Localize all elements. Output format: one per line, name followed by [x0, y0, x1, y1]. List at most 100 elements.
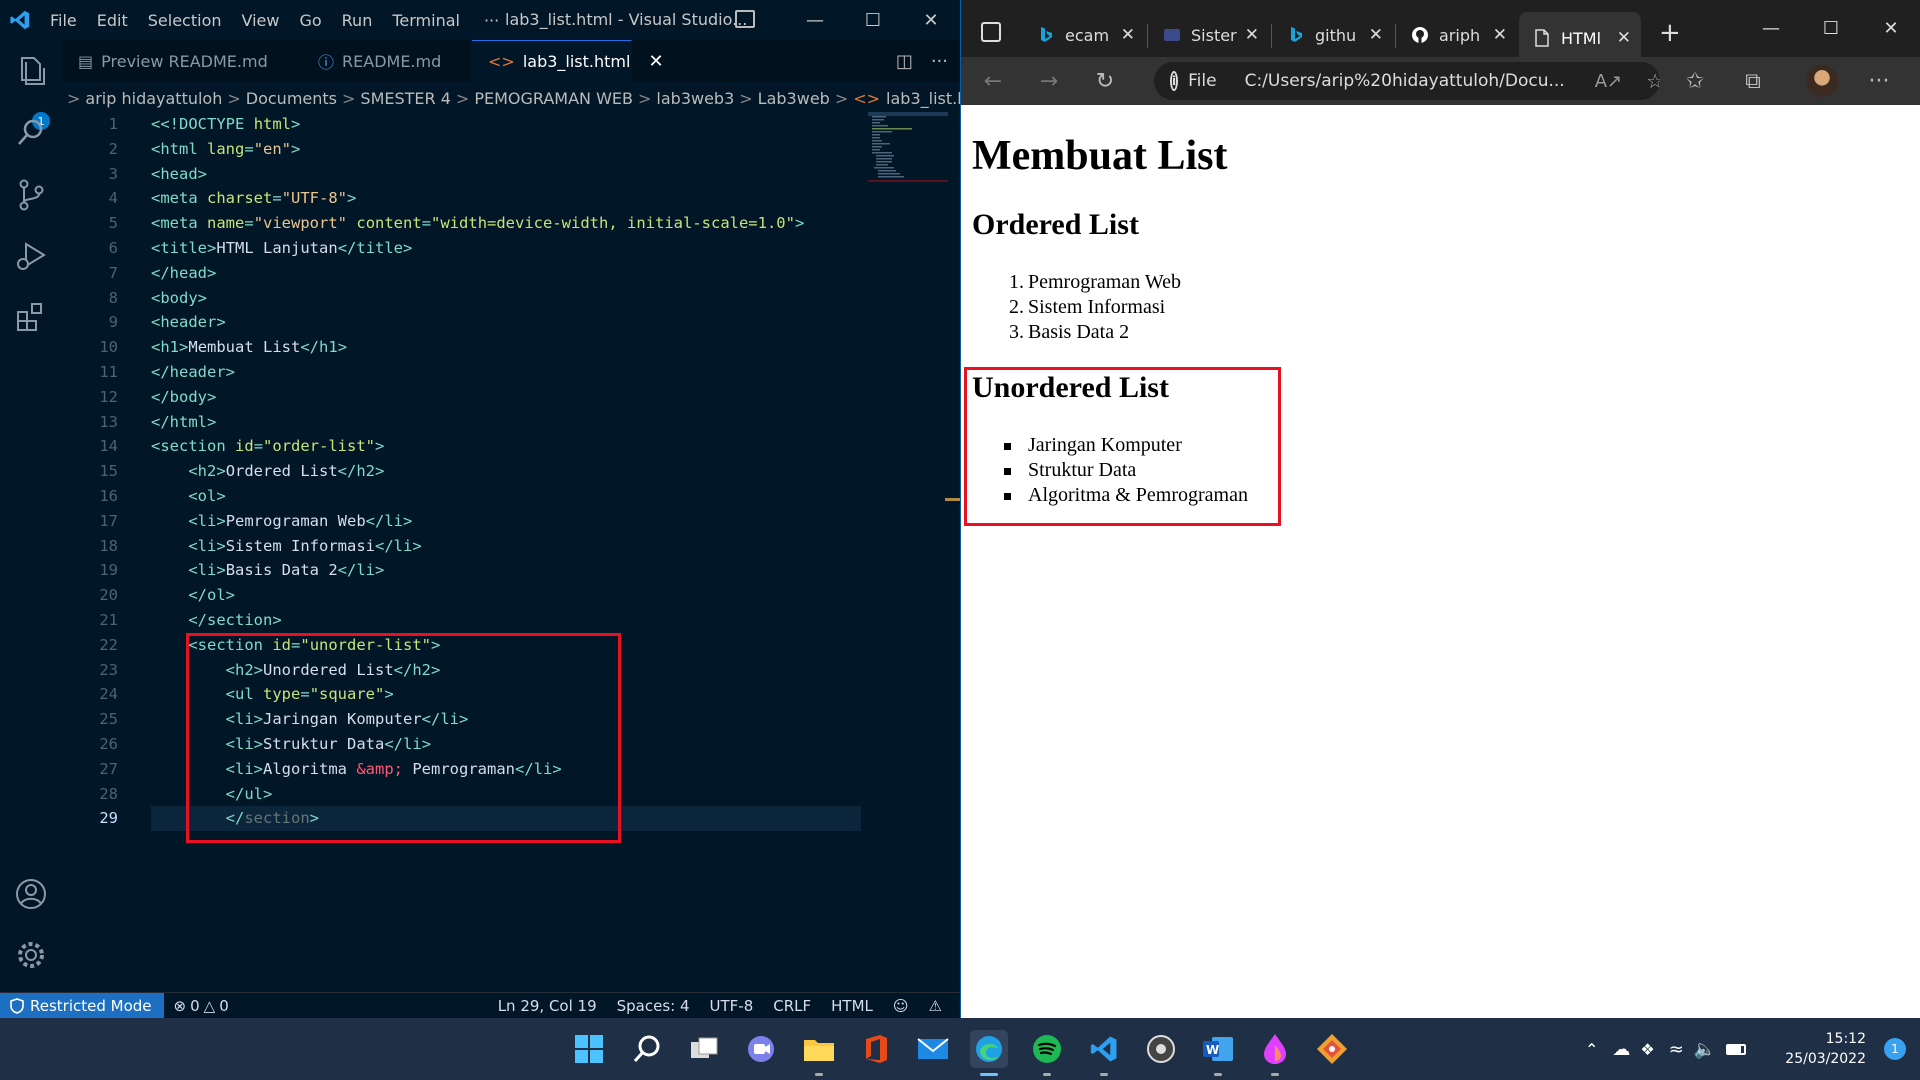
tab-preview-readme[interactable]: ▤ Preview README.md [62, 40, 302, 82]
close-tab-icon[interactable]: ✕ [1369, 25, 1383, 45]
tab-actions-icon[interactable] [981, 22, 1001, 42]
refresh-icon[interactable]: ↻ [1091, 67, 1119, 95]
minimize-icon[interactable]: — [786, 0, 844, 40]
close-tab-icon[interactable]: ✕ [648, 51, 663, 72]
run-debug-icon[interactable] [12, 236, 50, 274]
forward-icon[interactable]: → [1035, 67, 1063, 95]
browser-tab[interactable]: githu ✕ [1273, 14, 1393, 56]
bell-icon[interactable]: ⚠ [919, 997, 952, 1015]
menu-run[interactable]: Run [332, 11, 383, 30]
explorer-icon[interactable] [12, 52, 50, 90]
menu-go[interactable]: Go [289, 11, 331, 30]
account-icon[interactable] [12, 875, 50, 913]
vscode-taskbar-icon[interactable] [1085, 1030, 1123, 1068]
battery-icon[interactable] [1726, 1043, 1747, 1055]
start-icon[interactable] [570, 1030, 608, 1068]
split-editor-icon[interactable]: ◫ [896, 51, 913, 72]
dropbox-icon[interactable]: ❖ [1640, 1040, 1654, 1059]
extensions-icon[interactable] [12, 298, 50, 336]
breadcrumb-item[interactable]: SMESTER 4 [360, 89, 451, 108]
close-tab-icon[interactable]: ✕ [1245, 25, 1259, 45]
close-tab-icon[interactable]: ✕ [1121, 25, 1135, 45]
spotify-icon[interactable] [1028, 1030, 1066, 1068]
menu-selection[interactable]: Selection [138, 11, 232, 30]
collections-icon[interactable]: ⧉ [1739, 67, 1767, 95]
layout-icon[interactable] [735, 10, 755, 28]
chevron-right-icon: > [455, 88, 470, 108]
end-of-line[interactable]: CRLF [763, 997, 821, 1015]
breadcrumb-item[interactable]: PEMOGRAMAN WEB [474, 89, 633, 108]
search-icon[interactable] [12, 114, 50, 152]
teams-chat-icon[interactable] [742, 1030, 780, 1068]
tab-readme[interactable]: ⓘ README.md [302, 40, 472, 82]
network-warning-icon[interactable]: ☁ [1612, 1039, 1630, 1060]
maximize-icon[interactable]: ☐ [1801, 0, 1861, 56]
menu-file[interactable]: File [40, 11, 87, 30]
minimize-icon[interactable]: — [1741, 0, 1801, 56]
ordered-list-item: Sistem Informasi [1028, 296, 1166, 318]
clock-date: 25/03/2022 [1785, 1051, 1866, 1067]
volume-icon[interactable]: 🔈 [1694, 1039, 1716, 1060]
more-actions-icon[interactable]: ··· [931, 51, 948, 72]
address-bar[interactable]: i File C:/Users/arip%20hidayattuloh/Docu… [1154, 62, 1660, 100]
browser-tab[interactable]: Sister ✕ [1149, 14, 1269, 56]
source-control-icon[interactable] [12, 176, 50, 214]
info-icon[interactable]: i [1170, 71, 1179, 91]
close-icon[interactable]: ✕ [902, 0, 960, 40]
gear-icon[interactable] [12, 936, 50, 974]
task-view-icon[interactable] [685, 1030, 723, 1068]
search-icon[interactable] [628, 1030, 666, 1068]
address-scheme: File [1188, 71, 1217, 91]
wifi-icon[interactable]: ≈ [1669, 1039, 1684, 1060]
scrollbar-marker[interactable] [945, 498, 960, 501]
avatar[interactable] [1806, 65, 1838, 97]
office-icon[interactable] [857, 1030, 895, 1068]
clock[interactable]: 15:12 25/03/2022 [1785, 1029, 1866, 1069]
code-editor[interactable]: 1 <<!DOCTYPE html> 2 <html lang="en"> 3 <he… [62, 112, 861, 992]
language-mode[interactable]: HTML [821, 997, 883, 1015]
maximize-icon[interactable]: ☐ [844, 0, 902, 40]
indentation[interactable]: Spaces: 4 [607, 997, 700, 1015]
chevron-up-icon[interactable]: ⌃ [1585, 1040, 1598, 1059]
code-line: 12 </body> [99, 387, 217, 406]
word-icon[interactable]: W [1199, 1030, 1237, 1068]
notification-badge[interactable]: 1 [1884, 1038, 1906, 1060]
vscode-titlebar: File Edit Selection View Go Run Terminal… [0, 0, 960, 40]
close-tab-icon[interactable]: ✕ [1493, 25, 1507, 45]
gitkraken-icon[interactable] [1313, 1030, 1351, 1068]
obs-icon[interactable] [1142, 1030, 1180, 1068]
new-tab-icon[interactable]: + [1659, 18, 1681, 48]
browser-tab[interactable]: ariph ✕ [1397, 14, 1517, 56]
mail-icon[interactable] [914, 1030, 952, 1068]
breadcrumb-item[interactable]: arip hidayattuloh [85, 89, 222, 108]
problems-indicator[interactable]: ⊗ 0 △ 0 [164, 997, 239, 1015]
close-tab-icon[interactable]: ✕ [1617, 28, 1631, 48]
paint-icon[interactable] [1256, 1030, 1294, 1068]
minimap[interactable] [868, 112, 948, 182]
back-icon[interactable]: ← [979, 67, 1007, 95]
breadcrumb-item[interactable]: Documents [246, 89, 337, 108]
breadcrumb-item[interactable]: lab3web3 [656, 89, 734, 108]
code-line: 10 <h1>Membuat List</h1> [99, 338, 348, 357]
encoding[interactable]: UTF-8 [700, 997, 764, 1015]
menu-view[interactable]: View [232, 11, 290, 30]
feedback-icon[interactable]: ☺ [883, 997, 919, 1015]
tab-label: ecam [1065, 25, 1110, 45]
breadcrumb-item[interactable]: Lab3web [758, 89, 830, 108]
add-favorite-icon[interactable]: ☆ [1646, 69, 1660, 93]
restricted-mode-button[interactable]: Restricted Mode [0, 992, 164, 1019]
browser-tab[interactable]: ecam ✕ [1023, 14, 1145, 56]
file-explorer-icon[interactable] [800, 1030, 838, 1068]
menu-more[interactable]: ··· [470, 11, 509, 30]
menu-terminal[interactable]: Terminal [382, 11, 470, 30]
read-aloud-icon[interactable]: A↗ [1595, 71, 1622, 92]
menu-edit[interactable]: Edit [87, 11, 138, 30]
breadcrumb-item[interactable]: lab3_list.html [886, 89, 960, 108]
edge-icon[interactable] [970, 1030, 1008, 1068]
edge-tabbar: ecam ✕ Sister ✕ githu ✕ ariph ✕ HTMl ✕ +… [961, 0, 1920, 64]
tab-lab3-list-html[interactable]: <> lab3_list.html ✕ [472, 40, 664, 82]
close-icon[interactable]: ✕ [1861, 0, 1920, 56]
favorites-icon[interactable]: ✩ [1681, 67, 1709, 95]
cursor-position[interactable]: Ln 29, Col 19 [488, 997, 607, 1015]
more-icon[interactable]: ··· [1865, 67, 1893, 95]
